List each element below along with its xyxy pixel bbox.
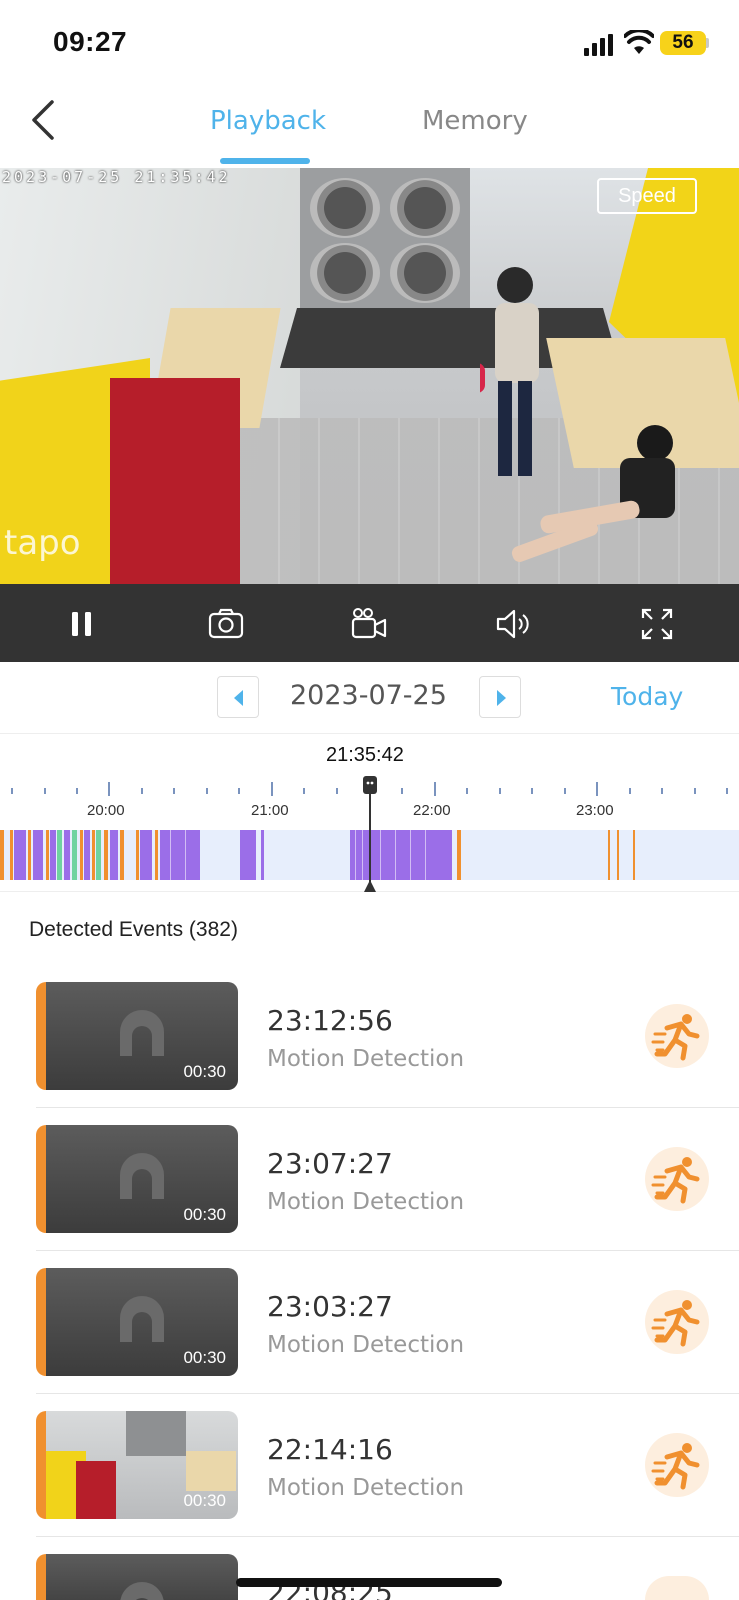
divider: [36, 1250, 739, 1251]
speed-button[interactable]: Speed: [597, 178, 697, 214]
triangle-right-icon: [497, 690, 506, 706]
active-tab-indicator: [220, 158, 310, 164]
event-list-item[interactable]: 00:30 23:07:27 Motion Detection: [36, 1109, 739, 1251]
record-icon[interactable]: [351, 606, 387, 642]
wifi-icon: [624, 30, 654, 54]
hour-label: 20:00: [87, 802, 125, 819]
event-list-item[interactable]: 00:30 22:14:16 Motion Detection: [36, 1395, 739, 1537]
running-person-icon: [651, 1443, 700, 1490]
event-type: Motion Detection: [267, 1332, 465, 1358]
event-list-item[interactable]: 00:30 23:12:56 Motion Detection: [36, 966, 739, 1108]
today-button[interactable]: Today: [611, 682, 683, 711]
event-thumbnail[interactable]: 00:30: [36, 1125, 238, 1233]
tapo-watermark: tapo: [4, 523, 81, 563]
event-duration: 00:30: [183, 1062, 226, 1081]
next-day-button[interactable]: [479, 676, 521, 718]
tab-memory[interactable]: Memory: [422, 106, 528, 136]
hour-label: 22:00: [413, 802, 451, 819]
timeline-cursor-time: 21:35:42: [326, 744, 404, 766]
back-arrow-icon[interactable]: [24, 98, 68, 142]
running-person-icon: [651, 1157, 700, 1204]
status-time: 09:27: [53, 26, 128, 57]
header: Playback Memory: [0, 88, 739, 168]
home-placeholder-icon: [120, 1010, 164, 1056]
event-thumbnail[interactable]: 00:30: [36, 1268, 238, 1376]
home-placeholder-icon: [120, 1153, 164, 1199]
timeline-playhead[interactable]: [355, 776, 385, 894]
event-type: Motion Detection: [267, 1046, 465, 1072]
running-person-icon: [651, 1300, 700, 1347]
event-type: Motion Detection: [267, 1475, 465, 1501]
washer: [310, 178, 380, 238]
event-list-item[interactable]: 22:08:25: [36, 1538, 739, 1600]
tab-playback[interactable]: Playback: [210, 106, 326, 136]
hour-label: 21:00: [251, 802, 289, 819]
divider: [36, 1536, 739, 1537]
previous-day-button[interactable]: [217, 676, 259, 718]
divider: [36, 1393, 739, 1394]
hour-label: 23:00: [576, 802, 614, 819]
video-timestamp: 2023-07-25 21:35:42: [2, 168, 231, 186]
cellular-signal-icon: [584, 34, 613, 56]
events-title: Detected Events (382): [29, 918, 238, 941]
video-scene-washers: [300, 168, 470, 318]
event-duration: 00:30: [183, 1491, 226, 1510]
event-list-item[interactable]: 00:30 23:03:27 Motion Detection: [36, 1252, 739, 1394]
washer: [390, 178, 460, 238]
event-time: 23:03:27: [267, 1290, 393, 1323]
speaker-icon[interactable]: [495, 606, 531, 642]
playback-controls: [0, 584, 739, 662]
event-thumbnail[interactable]: [36, 1554, 238, 1600]
motion-detection-icon: [645, 1004, 709, 1068]
battery-indicator: 56: [660, 31, 706, 55]
event-time: 22:14:16: [267, 1433, 393, 1466]
fullscreen-icon[interactable]: [639, 606, 675, 642]
event-thumbnail[interactable]: 00:30: [36, 1411, 238, 1519]
video-player[interactable]: 2023-07-25 21:35:42 tapo Speed: [0, 168, 739, 584]
event-time: 23:07:27: [267, 1147, 393, 1180]
triangle-left-icon: [234, 690, 243, 706]
date-navigation: 2023-07-25 Today: [0, 662, 739, 734]
washer: [310, 243, 380, 303]
status-bar: 09:27 56: [0, 0, 739, 88]
event-type: Motion Detection: [267, 1189, 465, 1215]
motion-detection-icon: [645, 1433, 709, 1497]
pause-icon[interactable]: [64, 606, 100, 642]
video-scene-red-cabinet: [110, 378, 240, 584]
thumb-scene-table: [186, 1451, 236, 1491]
motion-detection-icon: [645, 1290, 709, 1354]
event-time: 23:12:56: [267, 1004, 393, 1037]
home-placeholder-icon: [120, 1582, 164, 1600]
washer: [390, 243, 460, 303]
home-placeholder-icon: [120, 1296, 164, 1342]
motion-detection-icon: [645, 1576, 709, 1600]
home-indicator[interactable]: [236, 1578, 502, 1587]
motion-detection-icon: [645, 1147, 709, 1211]
thumb-scene-red-cabinet: [76, 1461, 116, 1519]
event-duration: 00:30: [183, 1348, 226, 1367]
thumb-scene-washers: [126, 1411, 186, 1456]
battery-tip: [706, 38, 709, 48]
current-date[interactable]: 2023-07-25: [290, 680, 447, 711]
event-thumbnail[interactable]: 00:30: [36, 982, 238, 1090]
divider: [36, 1107, 739, 1108]
timeline-scrubber[interactable]: 21:35:42 20:00 21:00 22:00 23:00: [0, 734, 739, 892]
camera-icon[interactable]: [208, 606, 244, 642]
event-duration: 00:30: [183, 1205, 226, 1224]
video-scene-person-sitting: [511, 425, 675, 562]
running-person-icon: [651, 1014, 700, 1061]
